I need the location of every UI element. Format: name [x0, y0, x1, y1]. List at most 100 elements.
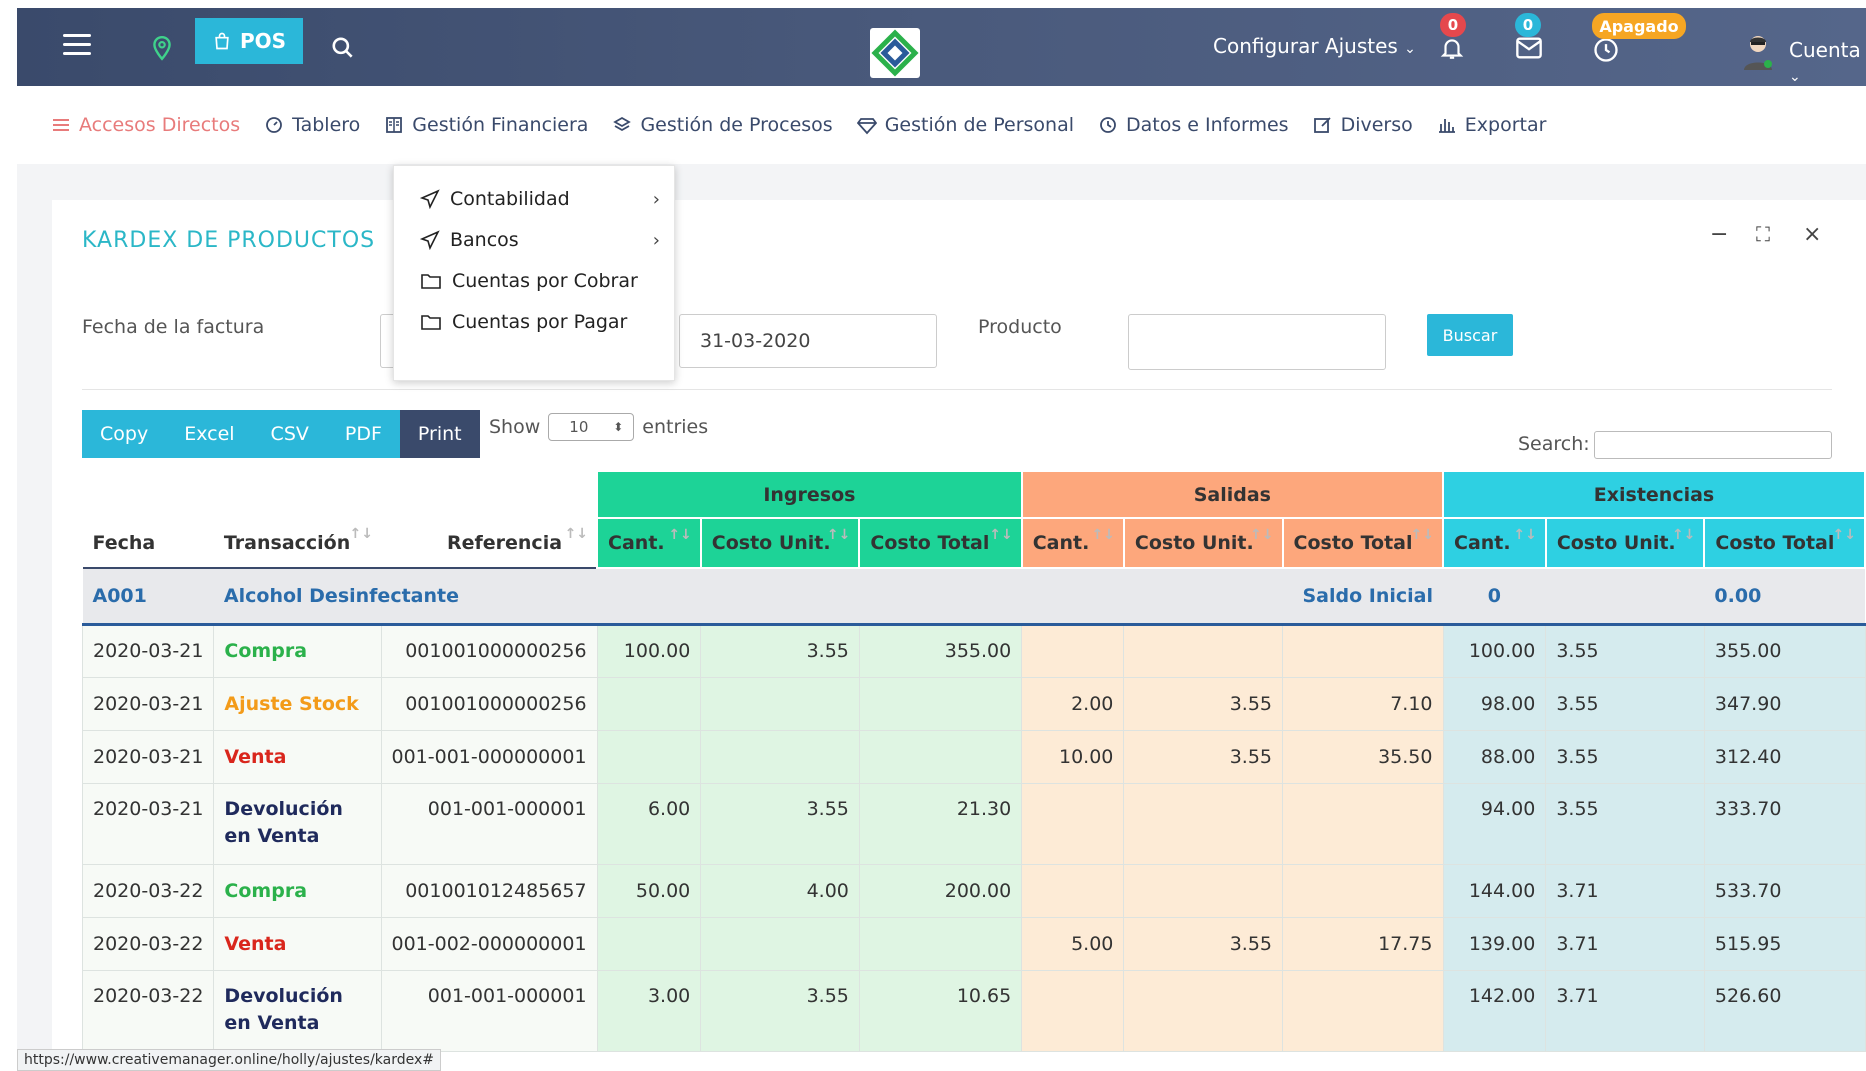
cell-eu: 3.55: [1545, 623, 1705, 678]
entries-length-control: Show 10 ⬍ entries: [489, 413, 708, 441]
col-ing-costo-unit[interactable]: Costo Unit. ↑↓: [699, 517, 861, 569]
col-referencia[interactable]: Referencia ↑↓: [381, 518, 598, 568]
col-ing-cant[interactable]: Cant. ↑↓: [596, 517, 702, 569]
excel-button[interactable]: Excel: [166, 410, 253, 458]
cell-it: 355.00: [858, 623, 1023, 678]
nav-accesos-directos[interactable]: Accesos Directos: [51, 114, 240, 136]
buscar-button[interactable]: Buscar: [1427, 314, 1513, 356]
fecha-hasta-input[interactable]: 31-03-2020: [679, 314, 937, 368]
cell-fecha: 2020-03-21: [81, 729, 215, 784]
cell-sc: [1021, 969, 1125, 1052]
sort-icon: ↑↓: [1250, 527, 1274, 543]
search-label: Search:: [1518, 433, 1590, 455]
cell-it: 21.30: [858, 782, 1023, 865]
cell-it: 200.00: [858, 863, 1023, 918]
finance-dropdown-menu: Contabilidad › Bancos › Cuentas por Cobrar…: [393, 165, 675, 381]
product-code: A001: [82, 567, 214, 626]
sort-icon: ↑↓: [1513, 527, 1537, 543]
status-badge[interactable]: Apagado: [1592, 13, 1686, 39]
col-transaccion[interactable]: Transacción ↑↓: [213, 518, 381, 568]
hamburger-menu-icon[interactable]: [63, 34, 91, 56]
table-row: 2020-03-21 Ajuste Stock 001001000000256 2.0…: [81, 676, 1866, 731]
sort-updown-icon: ⬍: [613, 420, 624, 434]
cell-iu: [700, 916, 860, 971]
bar-chart-icon: [1438, 119, 1455, 133]
nav-gestion-financiera[interactable]: Gestión Financiera: [384, 114, 588, 136]
nav-exportar[interactable]: Exportar: [1437, 114, 1546, 136]
csv-button[interactable]: CSV: [252, 410, 327, 458]
cell-sc: 5.00: [1021, 916, 1125, 971]
mail-icon[interactable]: [1515, 36, 1543, 60]
col-exi-costo-total[interactable]: Costo Total ↑↓: [1703, 517, 1866, 569]
col-sal-cant[interactable]: Cant. ↑↓: [1020, 517, 1125, 569]
divider: [82, 389, 1832, 390]
cell-ref: 001001000000256: [380, 623, 598, 678]
producto-input[interactable]: [1128, 314, 1386, 370]
menu-item-contabilidad[interactable]: Contabilidad ›: [420, 188, 660, 210]
cell-sc: [1021, 863, 1125, 918]
cell-it: [858, 916, 1023, 971]
nav-gestion-personal[interactable]: Gestión de Personal: [856, 114, 1074, 136]
cell-fecha: 2020-03-21: [81, 623, 215, 678]
cell-et: 355.00: [1703, 623, 1866, 678]
sort-icon: ↑↓: [1832, 527, 1856, 543]
cell-su: 3.55: [1123, 916, 1284, 971]
close-icon[interactable]: ×: [1803, 222, 1821, 247]
col-exi-cant[interactable]: Cant. ↑↓: [1442, 517, 1547, 569]
cell-et: 347.90: [1703, 676, 1866, 731]
table-row: 2020-03-21 Venta 001-001-000000001 10.00 3.5…: [81, 729, 1866, 784]
chevron-down-icon: ⌄: [1789, 69, 1801, 85]
menu-item-bancos[interactable]: Bancos ›: [420, 229, 660, 251]
minimize-icon[interactable]: −: [1710, 222, 1728, 247]
menu-item-cuentas-pagar[interactable]: Cuentas por Pagar: [420, 311, 660, 333]
table-search-input[interactable]: [1594, 431, 1832, 459]
menu-item-cuentas-cobrar[interactable]: Cuentas por Cobrar: [420, 270, 660, 292]
bell-icon[interactable]: [1439, 34, 1465, 62]
account-menu[interactable]: Cuenta ⌄: [1789, 38, 1866, 86]
config-settings-menu[interactable]: Configurar Ajustes ⌄: [1213, 34, 1416, 58]
cell-iu: 3.55: [700, 623, 860, 678]
col-sal-costo-total[interactable]: Costo Total ↑↓: [1281, 517, 1445, 569]
cell-su: [1123, 863, 1284, 918]
cell-ic: 3.00: [596, 969, 702, 1052]
search-icon[interactable]: [330, 35, 356, 61]
cell-su: 3.55: [1123, 676, 1284, 731]
cell-trans: Ajuste Stock: [213, 676, 382, 731]
print-button[interactable]: Print: [399, 410, 480, 458]
avatar[interactable]: [1741, 32, 1775, 70]
nav-datos-informes[interactable]: Datos e Informes: [1098, 114, 1289, 136]
entries-select[interactable]: 10 ⬍: [548, 413, 635, 441]
clock-icon[interactable]: [1592, 36, 1620, 64]
producto-label: Producto: [978, 316, 1062, 338]
app-logo[interactable]: [870, 28, 920, 78]
cell-et: 312.40: [1703, 729, 1866, 784]
cell-ic: 6.00: [596, 782, 702, 865]
send-icon: [420, 230, 440, 250]
copy-button[interactable]: Copy: [82, 410, 167, 458]
col-sal-costo-unit[interactable]: Costo Unit. ↑↓: [1122, 517, 1284, 569]
nav-gestion-procesos[interactable]: Gestión de Procesos: [612, 114, 833, 136]
cell-st: 7.10: [1282, 676, 1444, 731]
fullscreen-icon[interactable]: ⛶: [1756, 222, 1770, 246]
page-title: KARDEX DE PRODUCTOS: [82, 228, 376, 253]
location-pin-icon[interactable]: [149, 34, 175, 62]
export-buttons: Copy Excel CSV PDF Print: [82, 410, 480, 458]
pdf-button[interactable]: PDF: [326, 410, 400, 458]
cell-iu: 3.55: [700, 969, 860, 1052]
cell-su: [1123, 969, 1284, 1052]
cell-ic: 100.00: [596, 623, 702, 678]
cell-ref: 001-001-000001: [380, 969, 598, 1052]
mail-count-badge: 0: [1515, 13, 1541, 37]
pos-button[interactable]: POS: [195, 18, 303, 64]
edit-icon: [1313, 117, 1331, 133]
cell-it: [858, 729, 1023, 784]
cell-eu: 3.55: [1545, 676, 1705, 731]
col-fecha[interactable]: Fecha: [82, 518, 214, 568]
cell-fecha: 2020-03-22: [81, 863, 215, 918]
sort-icon: ↑↓: [668, 527, 692, 543]
layers-icon: [613, 116, 632, 132]
col-ing-costo-total[interactable]: Costo Total ↑↓: [858, 517, 1023, 569]
col-exi-costo-unit[interactable]: Costo Unit. ↑↓: [1544, 517, 1706, 569]
nav-diverso[interactable]: Diverso: [1313, 114, 1413, 136]
nav-tablero[interactable]: Tablero: [264, 114, 360, 136]
